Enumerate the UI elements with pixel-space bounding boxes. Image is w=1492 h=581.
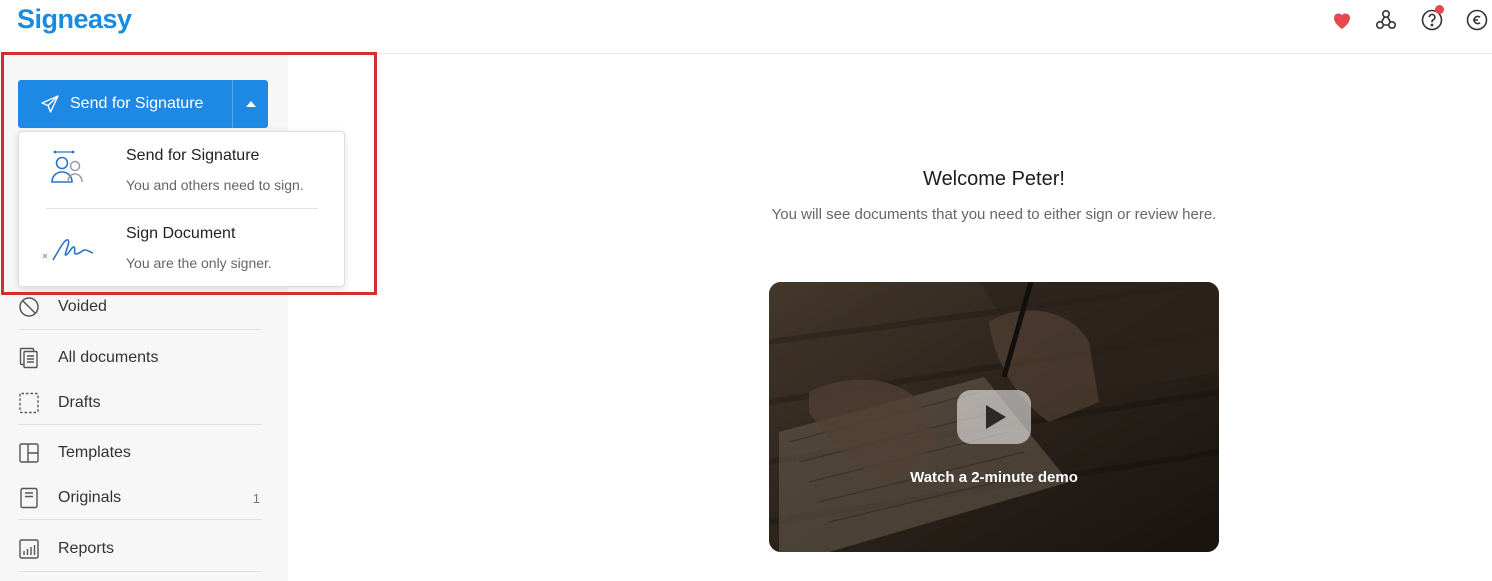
drafts-icon bbox=[18, 392, 40, 414]
sidebar-item-voided[interactable]: Voided bbox=[18, 286, 262, 328]
templates-icon bbox=[18, 442, 40, 464]
signature-icon bbox=[43, 226, 103, 270]
signeasy-logo[interactable]: Signeasy bbox=[17, 4, 132, 35]
menu-item-description: You are the only signer. bbox=[126, 255, 272, 271]
reports-icon bbox=[18, 538, 40, 560]
play-button[interactable] bbox=[957, 390, 1031, 444]
welcome-title: Welcome Peter! bbox=[923, 168, 1065, 190]
sidebar-item-all-documents[interactable]: All documents bbox=[18, 337, 262, 379]
voided-icon bbox=[18, 296, 40, 318]
notification-dot bbox=[1435, 5, 1444, 14]
help-icon[interactable] bbox=[1420, 5, 1444, 32]
sidebar-item-templates[interactable]: Templates bbox=[18, 432, 262, 474]
send-for-signature-button[interactable]: Send for Signature bbox=[18, 80, 268, 128]
menu-item-sign-document[interactable]: Sign Document You are the only signer. bbox=[19, 210, 344, 286]
sidebar-item-reports[interactable]: Reports bbox=[18, 528, 262, 570]
menu-item-title: Sign Document bbox=[126, 225, 236, 242]
menu-item-send-for-signature[interactable]: Send for Signature You and others need t… bbox=[19, 132, 344, 208]
send-options-dropdown: Send for Signature You and others need t… bbox=[18, 131, 345, 287]
sidebar-item-count: 1 bbox=[252, 490, 260, 506]
paper-plane-icon bbox=[40, 94, 60, 114]
welcome-subtitle: You will see documents that you need to … bbox=[771, 206, 1217, 223]
demo-video[interactable]: Watch a 2-minute demo bbox=[769, 282, 1219, 552]
sidebar-item-label: Originals bbox=[58, 489, 122, 506]
all-documents-icon bbox=[18, 347, 40, 369]
sidebar-divider bbox=[18, 329, 262, 330]
sidebar-item-label: Voided bbox=[58, 298, 107, 315]
sidebar-divider bbox=[18, 519, 262, 520]
sidebar-item-label: Drafts bbox=[58, 394, 101, 411]
sidebar-item-label: Reports bbox=[58, 540, 115, 557]
sidebar-item-label: Templates bbox=[58, 444, 131, 461]
heart-icon[interactable] bbox=[1330, 8, 1354, 32]
sidebar-divider bbox=[18, 571, 262, 572]
caret-up-icon bbox=[245, 101, 256, 107]
menu-item-description: You and others need to sign. bbox=[126, 177, 304, 193]
integrations-icon[interactable] bbox=[1374, 8, 1398, 32]
top-header: Signeasy bbox=[0, 0, 1492, 54]
send-options-toggle[interactable] bbox=[232, 80, 268, 128]
dropdown-divider bbox=[46, 208, 318, 209]
originals-icon bbox=[18, 487, 40, 509]
sidebar-divider bbox=[18, 424, 262, 425]
signers-icon bbox=[43, 149, 103, 193]
send-button-label: Send for Signature bbox=[70, 95, 204, 112]
sidebar-item-label: All documents bbox=[58, 349, 159, 366]
credits-icon[interactable] bbox=[1465, 8, 1489, 32]
sidebar-item-drafts[interactable]: Drafts bbox=[18, 382, 262, 424]
video-caption: Watch a 2-minute demo bbox=[910, 469, 1078, 486]
sidebar-item-originals[interactable]: Originals 1 bbox=[18, 477, 262, 519]
menu-item-title: Send for Signature bbox=[126, 147, 260, 164]
play-icon bbox=[986, 405, 1006, 429]
